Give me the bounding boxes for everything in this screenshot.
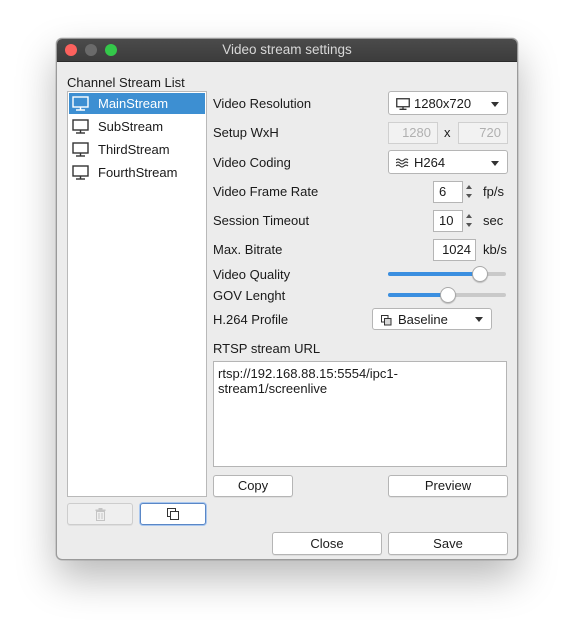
layers-icon [381,315,392,326]
session-timeout-stepper[interactable] [463,211,475,230]
chevron-down-icon [491,102,499,107]
monitor-icon [72,165,89,180]
channel-list[interactable]: MainStream SubStream ThirdStream FourthS… [67,91,207,497]
video-coding-label: Video Coding [213,155,291,170]
rtsp-url-label: RTSP stream URL [213,341,321,356]
session-timeout-label: Session Timeout [213,213,310,228]
session-timeout-unit: sec [483,213,504,228]
channel-item-label: SubStream [98,119,164,134]
video-resolution-select[interactable]: 1280x720 [388,91,508,115]
slider-fill [388,272,479,276]
gov-length-label: GOV Lenght [213,288,286,303]
wxh-separator: x [444,125,451,140]
slider-knob[interactable] [440,287,456,303]
h264-profile-value: Baseline [398,312,448,327]
preview-button[interactable]: Preview [388,475,508,497]
stepper-down-icon[interactable] [466,223,472,227]
channel-item-label: MainStream [98,96,169,111]
channel-item-thirdstream[interactable]: ThirdStream [69,139,205,160]
trash-icon [95,508,106,521]
frame-rate-unit: fp/s [483,184,504,199]
title-bar: Video stream settings [57,39,517,62]
rtsp-url-value: rtsp://192.168.88.15:5554/ipc1-stream1/s… [218,366,398,396]
stepper-up-icon[interactable] [466,185,472,189]
channel-list-heading: Channel Stream List [67,75,185,90]
max-bitrate-label: Max. Bitrate [213,242,283,257]
slider-fill [388,293,447,297]
frame-rate-label: Video Frame Rate [213,184,319,199]
duplicate-channel-button[interactable] [140,503,206,525]
monitor-icon [396,98,410,110]
close-button[interactable]: Close [272,532,382,555]
channel-item-label: FourthStream [98,165,178,180]
monitor-icon [72,142,89,157]
video-coding-select[interactable]: H264 [388,150,508,174]
video-coding-value: H264 [414,155,446,170]
channel-item-mainstream[interactable]: MainStream [69,93,205,114]
frame-rate-input[interactable]: 6 [433,181,463,203]
save-button[interactable]: Save [388,532,508,555]
rtsp-url-textarea[interactable]: rtsp://192.168.88.15:5554/ipc1-stream1/s… [213,361,507,467]
setup-height-input[interactable]: 720 [458,122,508,144]
duplicate-icon [167,508,179,520]
chevron-down-icon [475,317,483,322]
max-bitrate-input[interactable]: 1024 [433,239,476,261]
slider-knob[interactable] [471,266,488,282]
h264-profile-label: H.264 Profile [213,312,289,327]
video-resolution-value: 1280x720 [414,96,472,111]
monitor-icon [72,96,89,111]
stepper-down-icon[interactable] [466,194,472,198]
setup-width-input[interactable]: 1280 [388,122,438,144]
gov-length-slider[interactable] [388,287,506,303]
copy-button[interactable]: Copy [213,475,293,497]
setup-wxh-label: Setup WxH [213,125,279,140]
stepper-up-icon[interactable] [466,214,472,218]
video-resolution-label: Video Resolution [213,96,312,111]
channel-item-fourthstream[interactable]: FourthStream [69,162,205,183]
waves-icon [396,158,409,168]
session-timeout-input[interactable]: 10 [433,210,463,232]
window-title: Video stream settings [222,42,352,57]
video-quality-label: Video Quality [213,267,291,282]
max-bitrate-unit: kb/s [483,242,507,257]
channel-item-label: ThirdStream [98,142,170,157]
monitor-icon [72,119,89,134]
h264-profile-select[interactable]: Baseline [372,308,492,330]
video-quality-slider[interactable] [388,266,506,282]
delete-channel-button[interactable] [67,503,133,525]
settings-window: Video stream settings Channel Stream Lis… [56,38,518,560]
chevron-down-icon [491,161,499,166]
frame-rate-stepper[interactable] [463,182,475,201]
channel-item-substream[interactable]: SubStream [69,116,205,137]
